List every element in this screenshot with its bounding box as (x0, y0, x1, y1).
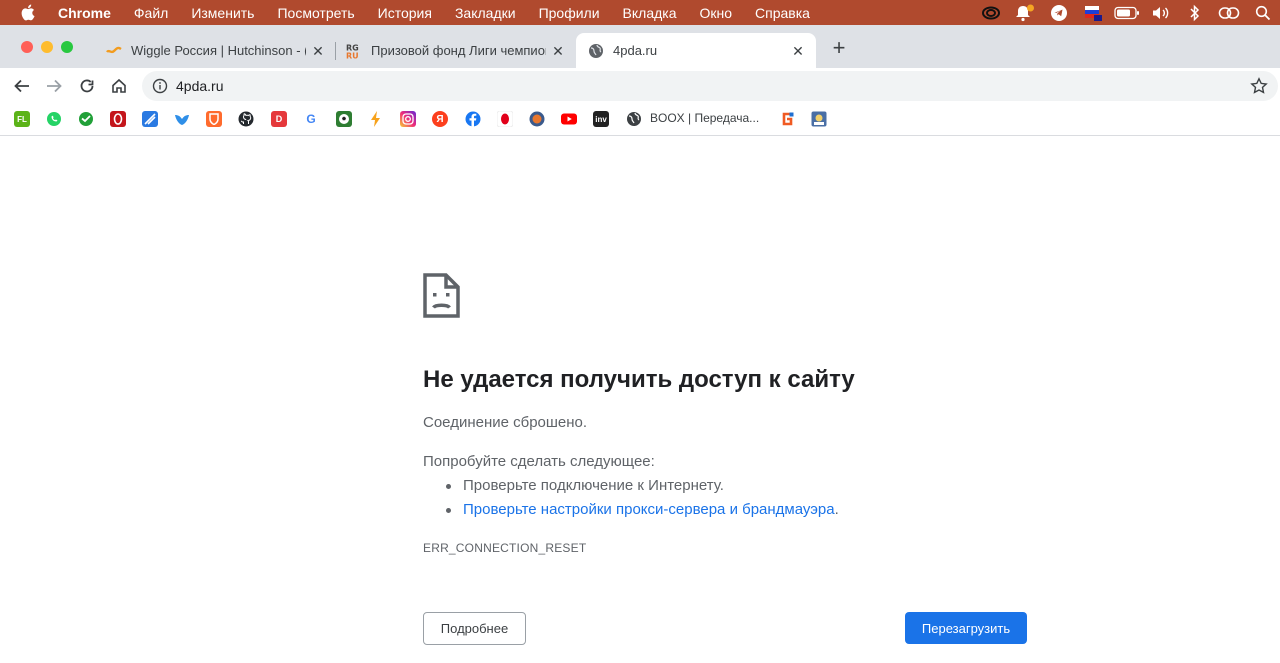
menu-file[interactable]: Файл (134, 5, 168, 21)
google-icon[interactable]: G (303, 111, 319, 127)
telegram-icon[interactable] (1042, 0, 1076, 25)
menu-app-chrome[interactable]: Chrome (58, 5, 111, 21)
globe-icon (588, 43, 604, 59)
search-icon[interactable] (1246, 0, 1280, 25)
wiggle-icon (106, 43, 122, 59)
bookmark-star-icon[interactable] (1250, 77, 1268, 95)
close-tab-icon[interactable]: ✕ (550, 43, 566, 59)
suggestion-check-connection: Проверьте подключение к Интернету. (446, 477, 724, 494)
address-bar[interactable]: 4pda.ru (142, 71, 1278, 101)
error-page: Не удается получить доступ к сайту Соеди… (0, 137, 1280, 663)
close-tab-icon[interactable]: ✕ (790, 43, 806, 59)
reload-icon[interactable] (76, 75, 98, 97)
yandex-icon[interactable]: Я (432, 111, 448, 127)
menu-help[interactable]: Справка (755, 5, 810, 21)
menu-view[interactable]: Посмотреть (277, 5, 354, 21)
sber-icon[interactable] (78, 111, 94, 127)
menu-bookmarks[interactable]: Закладки (455, 5, 516, 21)
suggestions-label: Попробуйте сделать следующее: (423, 453, 655, 470)
g-icon[interactable] (779, 111, 795, 127)
menu-tab[interactable]: Вкладка (623, 5, 677, 21)
volume-icon[interactable] (1144, 0, 1178, 25)
blue-icon[interactable] (142, 111, 158, 127)
window-minimize-button[interactable] (41, 41, 53, 53)
back-button[interactable] (11, 75, 33, 97)
tab-rg[interactable]: RG RU Призовой фонд Лиги чемпион ✕ (336, 33, 576, 68)
tab-strip: Wiggle Россия | Hutchinson - ( ✕ RG RU Пр… (0, 25, 1280, 68)
globe-icon[interactable] (626, 111, 642, 127)
reload-button[interactable]: Перезагрузить (905, 612, 1027, 644)
fl-icon[interactable]: FL (14, 111, 30, 127)
youtube-icon[interactable] (561, 111, 577, 127)
tab-wiggle[interactable]: Wiggle Россия | Hutchinson - ( ✕ (96, 33, 336, 68)
opera-icon[interactable] (497, 111, 513, 127)
proxy-settings-link[interactable]: Проверьте настройки прокси-сервера и бра… (463, 501, 835, 518)
creative-cloud-icon[interactable] (974, 0, 1008, 25)
forward-button[interactable] (43, 75, 65, 97)
apple-icon[interactable] (20, 4, 38, 21)
details-button[interactable]: Подробнее (423, 612, 526, 645)
error-subtitle: Соединение сброшено. (423, 414, 588, 431)
suggestion-period: . (834, 501, 839, 518)
bird-icon[interactable] (174, 111, 190, 127)
tab-4pda[interactable]: 4pda.ru ✕ (576, 33, 816, 68)
new-tab-button[interactable]: + (828, 37, 850, 59)
bolt-icon[interactable] (368, 111, 384, 127)
home-icon[interactable] (108, 75, 130, 97)
football-icon[interactable] (336, 111, 352, 127)
bluetooth-icon[interactable] (1178, 0, 1212, 25)
circle-icon[interactable] (529, 111, 545, 127)
facebook-icon[interactable] (465, 111, 481, 127)
rg-icon: RG RU (346, 43, 362, 59)
error-code: ERR_CONNECTION_RESET (423, 541, 587, 555)
toolbar: 4pda.ru (0, 68, 1280, 103)
shield-icon[interactable] (206, 111, 222, 127)
menu-window[interactable]: Окно (700, 5, 733, 21)
game-icon[interactable] (811, 111, 827, 127)
suggestion-check-proxy: Проверьте настройки прокси-сервера и бра… (446, 501, 839, 518)
red-icon[interactable] (110, 111, 126, 127)
site-info-icon[interactable] (152, 78, 168, 94)
tab-title: Wiggle Россия | Hutchinson - ( (131, 43, 306, 58)
svg-text:RU: RU (346, 51, 359, 59)
menu-bar: Chrome Файл Изменить Посмотреть История … (0, 0, 1280, 25)
sad-page-icon (423, 273, 460, 318)
instagram-icon[interactable] (400, 111, 416, 127)
url-text: 4pda.ru (176, 78, 224, 94)
tab-title: 4pda.ru (613, 43, 658, 58)
window-zoom-button[interactable] (61, 41, 73, 53)
tab-title: Призовой фонд Лиги чемпион (371, 43, 546, 58)
russian-flag-icon[interactable] (1076, 0, 1110, 25)
menu-edit[interactable]: Изменить (191, 5, 254, 21)
link-icon[interactable] (1212, 0, 1246, 25)
menu-history[interactable]: История (378, 5, 432, 21)
bookmarks-bar: FL D G Я inv BOOX | Передача... (0, 103, 1280, 136)
error-heading: Не удается получить доступ к сайту (423, 366, 855, 393)
close-tab-icon[interactable]: ✕ (310, 43, 326, 59)
d-icon[interactable]: D (271, 111, 287, 127)
battery-icon[interactable] (1110, 0, 1144, 25)
whatsapp-icon[interactable] (46, 111, 62, 127)
status-area (974, 0, 1280, 25)
notification-icon[interactable] (1008, 0, 1042, 25)
github-icon[interactable] (238, 111, 254, 127)
inv-icon[interactable]: inv (593, 111, 609, 127)
bookmark-boox[interactable]: BOOX | Передача... (650, 111, 759, 125)
menu-profiles[interactable]: Профили (539, 5, 600, 21)
window-close-button[interactable] (21, 41, 33, 53)
